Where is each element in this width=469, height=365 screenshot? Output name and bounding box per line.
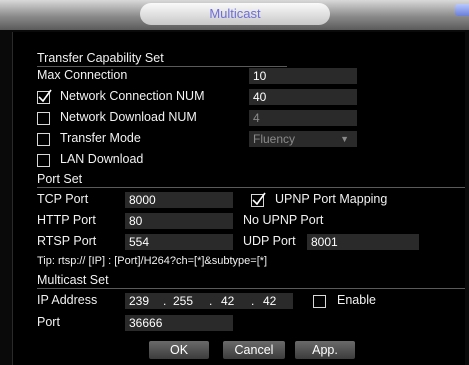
dropdown-arrow-icon: ▼ — [340, 134, 349, 144]
ip-dot: . — [251, 294, 255, 308]
ip-dot: . — [209, 294, 213, 308]
transfer-mode-value: Fluency — [253, 132, 296, 146]
ip-octet-3[interactable]: 42 — [221, 293, 234, 309]
settings-panel: Transfer Capability Set Max Connection 1… — [12, 32, 465, 365]
network-connection-field[interactable]: 40 — [249, 89, 357, 105]
network-download-label: Network Download NUM — [60, 110, 197, 124]
cancel-button[interactable]: Cancel — [223, 341, 285, 359]
ip-address-label: IP Address — [37, 293, 98, 307]
http-port-field[interactable]: 80 — [125, 213, 233, 229]
tcp-port-label: TCP Port — [37, 192, 89, 206]
upnp-label: UPNP Port Mapping — [275, 192, 388, 206]
section-port-title: Port Set — [37, 171, 465, 188]
multicast-port-label: Port — [37, 315, 60, 329]
checkmark-icon — [252, 192, 266, 206]
multicast-port-field[interactable]: 36666 — [125, 315, 233, 331]
udp-port-label: UDP Port — [243, 234, 296, 248]
ip-dot: . — [163, 294, 167, 308]
http-port-label: HTTP Port — [37, 213, 96, 227]
network-connection-label: Network Connection NUM — [60, 89, 205, 103]
apply-button[interactable]: App. — [295, 341, 355, 359]
close-button[interactable] — [455, 4, 469, 16]
rtsp-tip: Tip: rtsp:// [IP] : [Port]/H264?ch=[*]&s… — [37, 255, 268, 267]
network-download-field[interactable]: 4 — [249, 110, 357, 126]
transfer-mode-label: Transfer Mode — [60, 131, 141, 145]
network-download-checkbox[interactable] — [37, 112, 50, 125]
ok-button[interactable]: OK — [149, 341, 209, 359]
tcp-port-field[interactable]: 8000 — [125, 192, 233, 208]
section-multicast-title: Multicast Set — [37, 272, 465, 289]
ip-octet-4[interactable]: 42 — [263, 293, 276, 309]
title-bar: Multicast — [0, 0, 469, 30]
lan-download-label: LAN Download — [60, 152, 144, 166]
enable-checkbox[interactable] — [313, 295, 326, 308]
checkmark-icon — [38, 89, 52, 103]
upnp-checkbox[interactable] — [251, 192, 266, 207]
network-connection-checkbox[interactable] — [37, 89, 52, 104]
lan-download-checkbox[interactable] — [37, 154, 50, 167]
transfer-mode-select[interactable]: Fluency ▼ — [249, 131, 357, 147]
window-title: Multicast — [140, 3, 330, 25]
ip-address-field[interactable]: 239 . 255 . 42 . 42 — [125, 293, 293, 309]
rtsp-port-label: RTSP Port — [37, 234, 97, 248]
transfer-mode-checkbox[interactable] — [37, 133, 50, 146]
udp-port-field[interactable]: 8001 — [307, 234, 419, 250]
max-connection-field[interactable]: 10 — [249, 68, 357, 84]
max-connection-label: Max Connection — [37, 68, 128, 82]
section-transfer-title: Transfer Capability Set — [37, 50, 287, 67]
ip-octet-1[interactable]: 239 — [129, 293, 149, 309]
ip-octet-2[interactable]: 255 — [173, 293, 193, 309]
no-upnp-label: No UPNP Port — [243, 213, 324, 227]
rtsp-port-field[interactable]: 554 — [125, 234, 233, 250]
enable-label: Enable — [337, 293, 376, 307]
